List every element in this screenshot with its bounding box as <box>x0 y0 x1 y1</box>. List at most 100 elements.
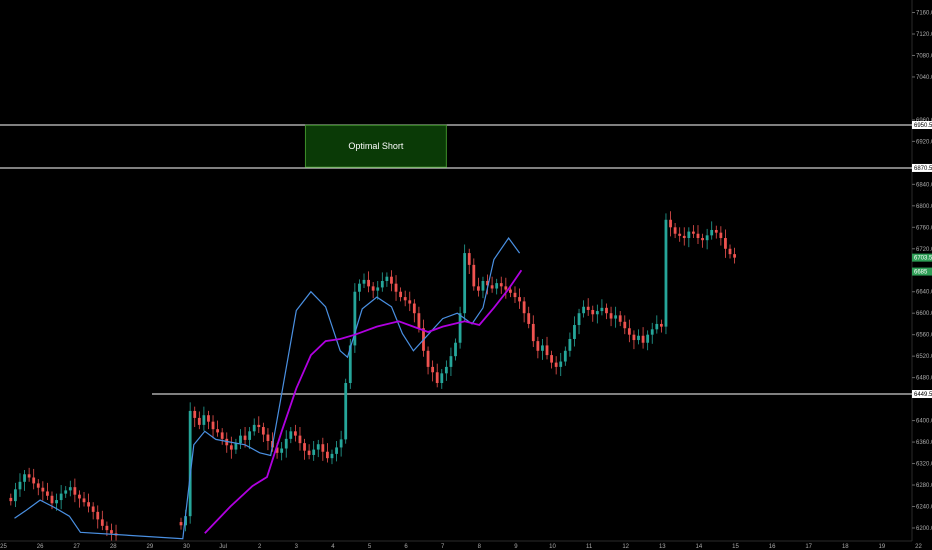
x-tick-label: 27 <box>73 544 80 550</box>
candle-body <box>563 350 567 362</box>
candle-body <box>499 283 503 287</box>
candle-body <box>339 439 343 448</box>
candle-body <box>692 231 695 234</box>
candle-body <box>600 307 604 312</box>
x-tick-label: 11 <box>586 544 593 550</box>
candle-body <box>733 254 736 258</box>
candle-body <box>23 474 26 482</box>
x-tick-label: 25 <box>0 544 7 550</box>
candle-body <box>490 285 494 289</box>
candle-body <box>655 323 659 330</box>
candle-body <box>710 229 714 236</box>
candle-body <box>358 283 361 292</box>
y-tick-label: 6560.0 <box>916 333 932 339</box>
candle-body <box>344 383 348 440</box>
candle-body <box>554 362 558 367</box>
x-tick-label: 26 <box>37 544 44 550</box>
y-tick-label: 6480.0 <box>916 376 932 382</box>
x-tick-label: 13 <box>659 544 666 550</box>
candle-body <box>312 449 316 455</box>
candle-body <box>50 495 54 504</box>
x-tick-label: 12 <box>622 544 629 550</box>
x-tick-label: 17 <box>805 544 812 550</box>
candle-body <box>513 292 517 298</box>
ema-fast-line <box>14 236 521 540</box>
candle-body <box>390 276 393 284</box>
current-price-label: 6703.5 <box>914 256 932 262</box>
x-tick-label: 28 <box>110 544 117 550</box>
level-price-label: 6449.5 <box>914 392 932 398</box>
candle-body <box>449 356 453 367</box>
candle-body <box>330 453 334 459</box>
candle-body <box>541 345 544 351</box>
candle-body <box>481 280 485 291</box>
candle-body <box>627 328 631 335</box>
y-tick-label: 6360.0 <box>916 440 932 446</box>
candle-body <box>376 287 380 291</box>
candle-body <box>55 500 58 504</box>
candle-body <box>568 338 572 351</box>
x-tick-label: Jul <box>219 544 227 550</box>
candle-body <box>550 355 553 363</box>
candle-body <box>696 233 700 239</box>
y-tick-label: 6400.0 <box>916 419 932 425</box>
x-axis: 25 26 27 28 29 30 Jul 2 3 4 5 6 7 8 9 10 11 12 13 14 15 16 17 1… <box>0 540 932 550</box>
candle-body <box>220 432 224 439</box>
x-tick-label: 14 <box>696 544 703 550</box>
candle-body <box>632 334 636 341</box>
x-tick-label: 29 <box>147 544 154 550</box>
x-tick-label: 10 <box>549 544 556 550</box>
candle-body <box>536 341 540 351</box>
candle-body <box>261 427 265 435</box>
candle-body <box>659 323 663 327</box>
candle-body <box>463 253 467 314</box>
ema-slow-line <box>204 269 523 534</box>
x-tick-label: 30 <box>183 544 190 550</box>
candle-body <box>431 366 435 373</box>
candle-body <box>595 311 599 315</box>
candle-body <box>96 511 100 520</box>
candle-body <box>257 424 261 428</box>
candle-body <box>335 447 338 454</box>
candle-body <box>573 325 576 339</box>
candle-body <box>216 429 220 433</box>
candle-body <box>289 431 293 439</box>
candle-body <box>472 264 476 287</box>
level-price-label: 6950.5 <box>914 123 932 129</box>
candle-body <box>326 451 329 459</box>
candle-body <box>458 313 462 343</box>
candle-body <box>403 297 407 301</box>
candle-body <box>9 497 13 502</box>
candle-body <box>362 279 366 284</box>
candle-body <box>673 227 677 234</box>
candle-body <box>234 443 238 450</box>
y-tick-label: 6600.0 <box>916 311 932 317</box>
candle-body <box>32 477 36 484</box>
candle-body <box>367 279 370 287</box>
y-tick-label: 6720.0 <box>916 247 932 253</box>
candle-body <box>68 487 72 491</box>
candle-body <box>239 435 242 444</box>
y-tick-label: 6640.0 <box>916 290 932 296</box>
candle-body <box>380 280 384 288</box>
candle-body <box>687 231 691 239</box>
candle-body <box>650 329 654 335</box>
candle-body <box>316 444 320 450</box>
y-tick-label: 6240.0 <box>916 505 932 511</box>
candle-body <box>440 373 444 384</box>
candle-body <box>394 283 398 292</box>
candle-body <box>454 342 457 357</box>
y-tick-label: 7040.0 <box>916 75 932 81</box>
candle-body <box>41 487 45 492</box>
candle-body <box>714 229 718 233</box>
candle-body <box>412 303 416 314</box>
price-chart[interactable]: 6200.0 6240.0 6280.0 6320.0 6360.0 6400.0 6480… <box>0 0 932 550</box>
optimal-short-label: Optimal Short <box>348 141 404 151</box>
candle-body <box>371 286 375 291</box>
candles <box>9 211 736 545</box>
candle-body <box>623 321 627 329</box>
x-tick-label: 16 <box>769 544 776 550</box>
x-axis-band <box>0 541 932 550</box>
candle-body <box>495 283 499 289</box>
candle-body <box>298 435 302 444</box>
